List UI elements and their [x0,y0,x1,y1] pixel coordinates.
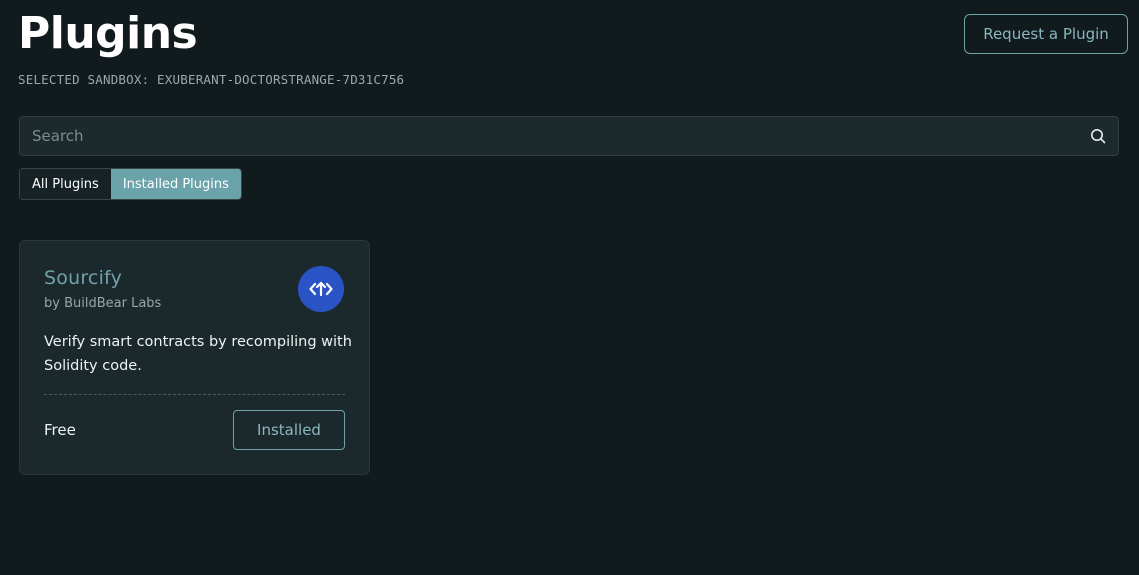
installed-button[interactable]: Installed [233,410,345,450]
tab-installed-plugins[interactable]: Installed Plugins [110,169,241,199]
plugin-card: Sourcify by BuildBear Labs Verify smart … [19,240,370,475]
request-plugin-button[interactable]: Request a Plugin [964,14,1128,54]
search-bar [19,116,1119,156]
search-input[interactable] [20,117,1078,155]
plugin-author: by BuildBear Labs [44,296,162,311]
sourcify-logo-icon [298,266,344,312]
selected-sandbox-label: SELECTED SANDBOX: EXUBERANT-DOCTORSTRANG… [18,72,405,87]
page-title: Plugins [18,8,198,59]
plugin-price: Free [44,421,76,439]
plugin-name: Sourcify [44,267,123,289]
card-divider [44,394,345,395]
tab-all-plugins[interactable]: All Plugins [20,169,111,199]
search-icon[interactable] [1078,117,1118,155]
plugin-filter-tabs: All Plugins Installed Plugins [19,168,242,200]
plugin-description: Verify smart contracts by recompiling wi… [44,334,352,374]
plugins-page: Plugins Request a Plugin SELECTED SANDBO… [0,0,1139,575]
